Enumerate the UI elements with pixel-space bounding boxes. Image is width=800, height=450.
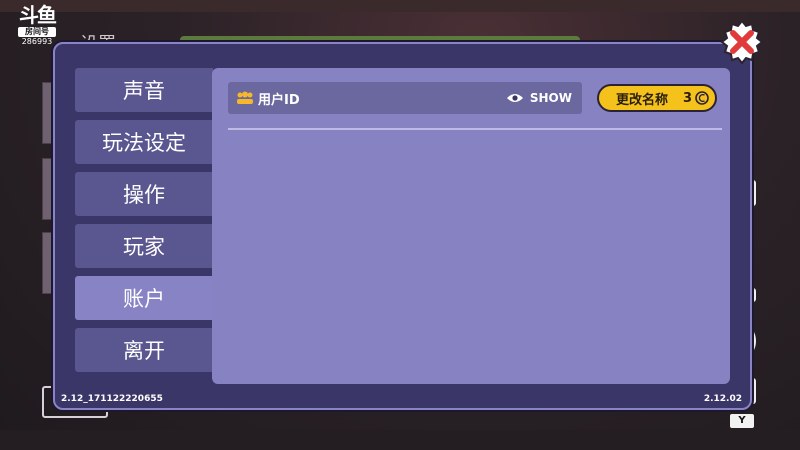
users-icon	[237, 91, 253, 104]
background-bottom-strip	[0, 430, 800, 450]
tab-leave[interactable]: 离开	[75, 328, 213, 372]
stream-logo: 斗鱼 房间号 286993	[14, 4, 60, 47]
coin-icon	[695, 91, 709, 105]
tab-players[interactable]: 玩家	[75, 224, 213, 268]
tab-controls[interactable]: 操作	[75, 172, 213, 216]
room-number: 286993	[21, 37, 53, 46]
stream-logo-mark: 斗鱼	[19, 3, 57, 27]
show-user-id-toggle[interactable]: SHOW	[530, 91, 572, 105]
rename-cost: 3	[682, 90, 692, 106]
settings-panel: 声音 玩法设定 操作 玩家 账户 离开 用户ID SHOW 更改名称 3 2.1…	[53, 42, 752, 410]
rename-button[interactable]: 更改名称 3	[597, 84, 717, 112]
settings-tabs: 声音 玩法设定 操作 玩家 账户 离开	[75, 68, 215, 380]
background-top-strip	[0, 0, 800, 12]
content-divider	[228, 128, 722, 130]
eye-icon[interactable]	[506, 92, 524, 104]
user-id-row: 用户ID SHOW	[228, 82, 582, 114]
gear-close-icon[interactable]	[718, 18, 766, 66]
tab-sound[interactable]: 声音	[75, 68, 213, 112]
account-content: 用户ID SHOW 更改名称 3	[212, 68, 730, 384]
user-id-label: 用户ID	[258, 92, 300, 108]
room-number-label: 房间号	[18, 27, 56, 37]
tab-account[interactable]: 账户	[75, 276, 213, 320]
controller-y-key-hint: Y	[730, 414, 754, 428]
rename-button-label: 更改名称	[616, 92, 669, 108]
build-version-left: 2.12_171122220655	[61, 394, 163, 404]
tab-gameplay[interactable]: 玩法设定	[75, 120, 213, 164]
build-version-right: 2.12.02	[703, 394, 742, 404]
